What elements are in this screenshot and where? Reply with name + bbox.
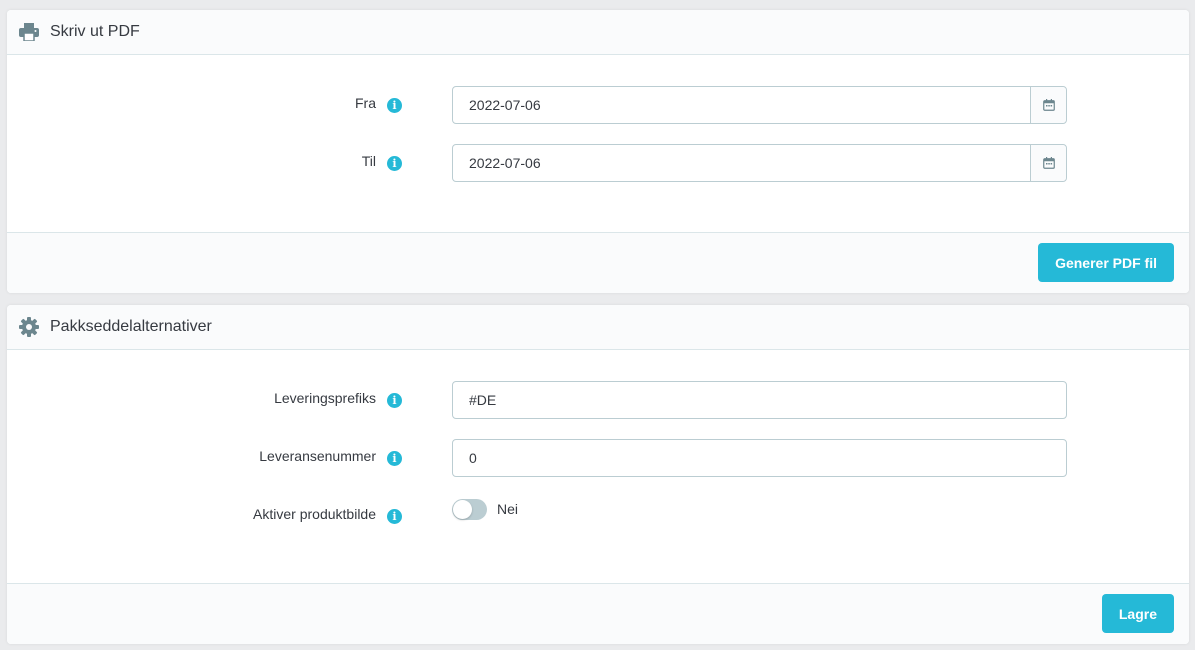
delivery-prefix-row: Leveringsprefiks i (7, 381, 1189, 419)
delivery-slip-options-panel: Pakkseddelalternativer Leveringsprefiks … (7, 305, 1189, 644)
product-image-toggle[interactable] (452, 498, 487, 520)
product-image-label: Aktiver produktbilde (253, 506, 376, 522)
delivery-number-label: Leveransenummer (259, 448, 376, 464)
delivery-number-input[interactable] (453, 440, 1066, 476)
info-icon[interactable]: i (387, 451, 402, 466)
to-date-input[interactable] (453, 145, 1030, 181)
toggle-state-label: Nei (497, 501, 519, 517)
gear-icon (19, 317, 39, 337)
print-pdf-body: Fra i Til i (7, 55, 1189, 232)
info-icon[interactable]: i (387, 156, 402, 171)
print-pdf-footer: Generer PDF fil (7, 232, 1189, 293)
toggle-knob (453, 499, 472, 519)
from-date-label: Fra (355, 95, 376, 111)
product-image-toggle-group: Nei (452, 497, 518, 521)
product-image-row: Aktiver produktbilde i Nei (7, 497, 1189, 535)
from-date-input-group (452, 86, 1067, 124)
delivery-prefix-input-group (452, 381, 1067, 419)
delivery-number-input-group (452, 439, 1067, 477)
delivery-slip-options-footer: Lagre (7, 583, 1189, 644)
printer-icon (19, 22, 39, 42)
to-date-label: Til (361, 153, 376, 169)
save-button[interactable]: Lagre (1101, 594, 1174, 633)
calendar-icon[interactable] (1030, 87, 1066, 123)
info-icon[interactable]: i (387, 98, 402, 113)
calendar-icon[interactable] (1030, 145, 1066, 181)
delivery-prefix-label: Leveringsprefiks (274, 390, 376, 406)
to-date-row: Til i (7, 144, 1189, 182)
delivery-slip-options-body: Leveringsprefiks i Leveransenummer i Akt… (7, 350, 1189, 583)
delivery-prefix-input[interactable] (453, 382, 1066, 418)
to-date-input-group (452, 144, 1067, 182)
panel-title: Pakkseddelalternativer (50, 318, 212, 335)
from-date-row: Fra i (7, 86, 1189, 124)
info-icon[interactable]: i (387, 393, 402, 408)
panel-title: Skriv ut PDF (50, 23, 140, 40)
info-icon[interactable]: i (387, 509, 402, 524)
delivery-number-row: Leveransenummer i (7, 439, 1189, 477)
generate-pdf-button[interactable]: Generer PDF fil (1038, 243, 1174, 282)
print-pdf-panel: Skriv ut PDF Fra i 2022-07-06 Til i 2022… (7, 10, 1189, 293)
delivery-slip-options-header: Pakkseddelalternativer (7, 305, 1189, 350)
print-pdf-header: Skriv ut PDF (7, 10, 1189, 55)
from-date-input[interactable] (453, 87, 1030, 123)
